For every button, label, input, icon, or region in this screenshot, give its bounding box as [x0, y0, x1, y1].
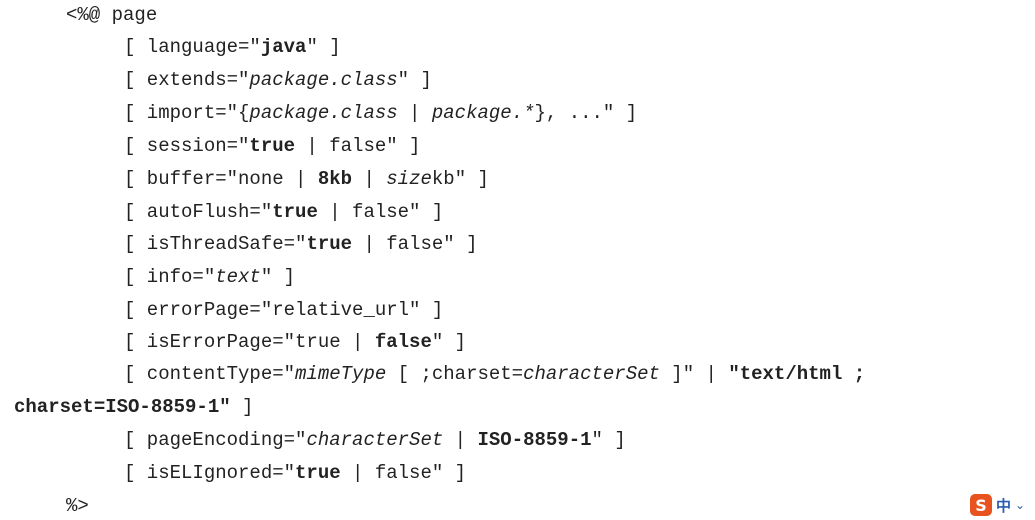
code-line: [ import="{package.class | package.*}, .…: [124, 101, 637, 125]
code-line: [ extends="package.class" ]: [124, 68, 432, 92]
code-token: |: [443, 429, 478, 451]
code-token: size: [386, 168, 432, 190]
chevron-down-icon[interactable]: ⌄: [1015, 498, 1025, 512]
code-token: [ isELIgnored=": [124, 462, 296, 484]
code-token: |: [352, 168, 387, 190]
code-token: true: [272, 201, 318, 223]
code-token: [ buffer="none |: [124, 168, 318, 190]
sogou-logo-icon[interactable]: S: [970, 494, 992, 516]
code-token: [ session=": [124, 135, 250, 157]
code-token: " ]: [591, 429, 626, 451]
code-line: [ info="text" ]: [124, 265, 295, 289]
code-token: package.class: [249, 102, 398, 124]
code-token: " ]: [397, 69, 432, 91]
code-token: " ]: [431, 331, 467, 353]
ime-language-label[interactable]: 中: [996, 495, 1011, 516]
code-line: [ pageEncoding="characterSet | ISO-8859-…: [124, 428, 626, 452]
code-line: [ contentType="mimeType [ ;charset=chara…: [124, 362, 865, 386]
code-token: [ errorPage="relative_url" ]: [124, 299, 444, 321]
code-token: 8kb: [317, 168, 353, 190]
code-token: package.*: [431, 102, 535, 124]
code-token: [ ;charset=: [386, 363, 524, 385]
code-token: characterSet: [523, 363, 660, 385]
code-token: mimeType: [295, 363, 387, 385]
code-line: [ buffer="none | 8kb | sizekb" ]: [124, 167, 489, 191]
code-block: <%@ page [ language="java" ] [ extends="…: [0, 0, 1035, 520]
code-token: charset=ISO-8859-1": [14, 396, 231, 418]
ime-indicator[interactable]: S 中 ⌄: [970, 494, 1025, 516]
code-token: <%@ page: [66, 4, 158, 26]
code-token: | false" ]: [352, 233, 478, 255]
code-token: true: [306, 233, 353, 255]
code-token: kb" ]: [431, 168, 489, 190]
code-token: " ]: [306, 36, 341, 58]
code-token: characterSet: [306, 429, 444, 451]
code-token: [ isThreadSafe=": [124, 233, 307, 255]
code-token: [ contentType=": [124, 363, 296, 385]
code-token: text: [215, 266, 261, 288]
code-token: true: [295, 462, 341, 484]
code-token: package.class: [249, 69, 398, 91]
code-line: [ session="true | false" ]: [124, 134, 420, 158]
code-token: | false" ]: [295, 135, 421, 157]
code-token: ISO-8859-1: [477, 429, 592, 451]
code-token: ]" |: [659, 363, 729, 385]
code-token: java: [260, 36, 307, 58]
code-token: [ autoFlush=": [124, 201, 273, 223]
code-line: %>: [66, 494, 89, 518]
code-token: false: [374, 331, 432, 353]
code-token: }, ..." ]: [534, 102, 638, 124]
code-token: [ info=": [124, 266, 216, 288]
code-token: |: [397, 102, 432, 124]
code-line: [ language="java" ]: [124, 35, 341, 59]
code-token: [ pageEncoding=": [124, 429, 307, 451]
code-line: [ isELIgnored="true | false" ]: [124, 461, 466, 485]
code-token: true: [249, 135, 296, 157]
code-line: [ isThreadSafe="true | false" ]: [124, 232, 477, 256]
code-token: "text/html ;: [728, 363, 866, 385]
code-token: " ]: [260, 266, 296, 288]
code-token: [ isErrorPage="true |: [124, 331, 375, 353]
code-token: | false" ]: [317, 201, 444, 223]
code-token: [ language=": [124, 36, 261, 58]
code-token: | false" ]: [340, 462, 467, 484]
code-token: [ import="{: [124, 102, 250, 124]
code-token: ]: [230, 396, 254, 418]
code-token: %>: [66, 495, 89, 517]
code-line: charset=ISO-8859-1" ]: [14, 395, 253, 419]
code-line: [ errorPage="relative_url" ]: [124, 298, 443, 322]
code-token: [ extends=": [124, 69, 250, 91]
code-line: [ autoFlush="true | false" ]: [124, 200, 443, 224]
code-line: [ isErrorPage="true | false" ]: [124, 330, 466, 354]
code-line: <%@ page: [66, 3, 157, 27]
